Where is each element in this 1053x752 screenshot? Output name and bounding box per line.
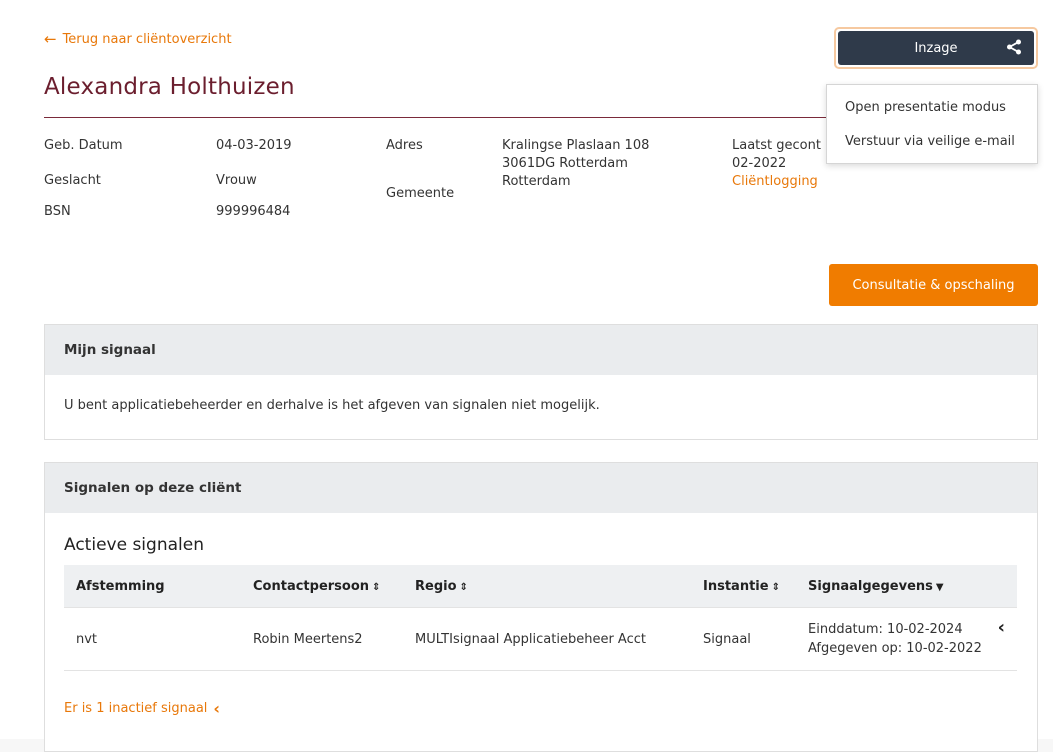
column-signaalgegevens[interactable]: Signaalgegevens ▼ xyxy=(796,565,1017,608)
chevron-left-icon[interactable]: ‹ xyxy=(998,618,1005,637)
client-logging-link[interactable]: Cliëntlogging xyxy=(732,173,818,191)
sort-icon: ⇕ xyxy=(459,581,468,593)
sort-icon: ⇕ xyxy=(771,581,780,593)
consultation-escalation-button[interactable]: Consultatie & opschaling xyxy=(829,264,1038,306)
back-to-overview-link[interactable]: ← Terug naar cliëntoverzicht xyxy=(44,30,232,48)
client-name: Alexandra Holthuizen xyxy=(44,74,295,100)
inactive-signals-label: Er is 1 inactief signaal xyxy=(64,701,208,716)
municipality-label: Gemeente xyxy=(386,186,455,201)
menu-item-secure-email[interactable]: Verstuur via veilige e-mail xyxy=(827,125,1037,159)
active-signals-table: Afstemming Contactpersoon ⇕ Regio ⇕ Instan… xyxy=(64,565,1017,671)
address-label: Adres xyxy=(386,138,423,153)
sort-icon: ⇕ xyxy=(372,581,381,593)
dob-label: Geb. Datum xyxy=(44,138,123,153)
cell-afstemming: nvt xyxy=(64,607,241,671)
active-signals-title: Actieve signalen xyxy=(64,535,204,555)
cell-instantie: Signaal xyxy=(691,607,796,671)
table-row[interactable]: nvt Robin Meertens2 MULTIsignaal Applica… xyxy=(64,607,1017,671)
client-detail-page: ← Terug naar cliëntoverzicht Alexandra H… xyxy=(0,0,1053,752)
last-consulted-label: Laatst gecont xyxy=(732,138,821,153)
share-icon xyxy=(1007,39,1021,55)
cell-contactpersoon: Robin Meertens2 xyxy=(241,607,403,671)
back-link-label: Terug naar cliëntoverzicht xyxy=(62,31,232,47)
address-line2: 3061DG Rotterdam xyxy=(502,156,628,171)
issued-date: Afgegeven op: 10-02-2022 xyxy=(808,641,982,656)
column-regio[interactable]: Regio ⇕ xyxy=(403,565,691,608)
cell-signaalgegevens: Einddatum: 10-02-2024 Afgegeven op: 10-0… xyxy=(796,607,1017,671)
signals-header: Signalen op deze cliënt xyxy=(45,463,1037,513)
inzage-dropdown-menu: Open presentatie modus Verstuur via veil… xyxy=(826,84,1038,164)
my-signal-card: Mijn signaal U bent applicatiebeheerder … xyxy=(44,324,1038,440)
bsn-label: BSN xyxy=(44,204,71,219)
cell-regio: MULTIsignaal Applicatiebeheer Acct xyxy=(403,607,691,671)
my-signal-message: U bent applicatiebeheerder en derhalve i… xyxy=(64,398,600,413)
my-signal-header: Mijn signaal xyxy=(45,325,1037,375)
inactive-signals-link[interactable]: Er is 1 inactief signaal ‹ xyxy=(64,699,1018,718)
column-contactpersoon[interactable]: Contactpersoon ⇕ xyxy=(241,565,403,608)
municipality-value: Rotterdam xyxy=(502,174,571,189)
inzage-label: Inzage xyxy=(914,40,958,56)
inzage-button[interactable]: Inzage xyxy=(838,31,1034,65)
column-afstemming[interactable]: Afstemming xyxy=(64,565,241,608)
end-date: Einddatum: 10-02-2024 xyxy=(808,622,963,637)
inzage-button-focus-ring: Inzage xyxy=(834,27,1038,69)
sort-desc-icon: ▼ xyxy=(935,581,944,593)
menu-item-presentation-mode[interactable]: Open presentatie modus xyxy=(827,91,1037,125)
dob-value: 04-03-2019 xyxy=(216,138,292,153)
gender-value: Vrouw xyxy=(216,173,257,188)
gender-label: Geslacht xyxy=(44,173,101,188)
arrow-left-icon: ← xyxy=(44,30,57,48)
title-divider xyxy=(44,117,894,118)
address-line1: Kralingse Plaslaan 108 xyxy=(502,138,650,153)
column-instantie[interactable]: Instantie ⇕ xyxy=(691,565,796,608)
last-consulted-value: 02-2022 xyxy=(732,156,787,171)
signals-card: Signalen op deze cliënt Actieve signalen… xyxy=(44,462,1038,752)
chevron-left-icon: ‹ xyxy=(213,699,221,718)
bsn-value: 999996484 xyxy=(216,204,291,219)
